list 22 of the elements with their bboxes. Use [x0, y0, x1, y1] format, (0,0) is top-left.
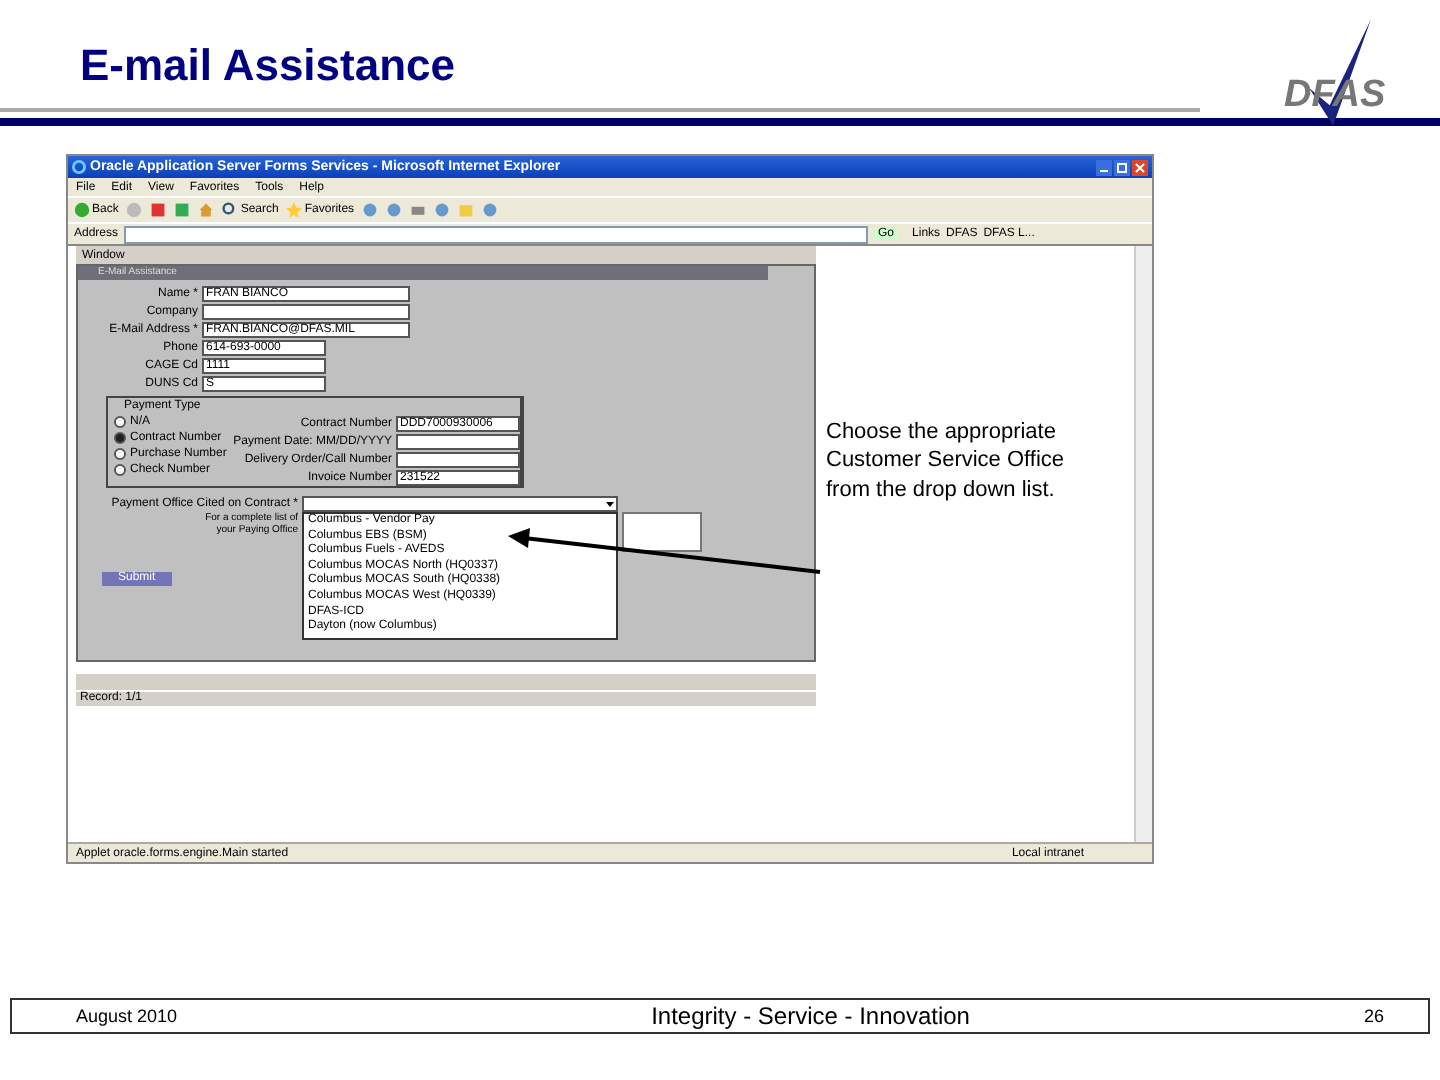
- stop-icon[interactable]: [150, 202, 167, 218]
- footer-date: August 2010: [76, 1006, 178, 1026]
- search-icon: [222, 202, 239, 218]
- callout-text: Choose the appropriate Customer Service Office from the drop down list.: [824, 418, 1067, 505]
- input-field[interactable]: [396, 433, 520, 449]
- text-box: [622, 512, 702, 552]
- input-field[interactable]: [202, 303, 410, 319]
- page-number: 26: [1363, 1006, 1384, 1026]
- footer-motto: Integrity - Service - Innovation: [651, 1002, 970, 1030]
- dropdown-field[interactable]: [302, 496, 618, 512]
- browser-icon: [72, 160, 86, 174]
- star-icon: [286, 202, 303, 218]
- minimize-icon[interactable]: [1096, 159, 1112, 175]
- printer-icon[interactable]: [410, 202, 427, 218]
- scrollbar[interactable]: [1134, 246, 1152, 842]
- home-icon[interactable]: [198, 202, 215, 218]
- slide-title: E-mail Assistance: [80, 40, 455, 94]
- horizontal-scrollbar[interactable]: [76, 674, 816, 690]
- close-icon[interactable]: [1132, 159, 1148, 175]
- input-field[interactable]: [396, 451, 520, 467]
- restore-icon[interactable]: [1114, 159, 1130, 175]
- address-field[interactable]: [124, 225, 869, 243]
